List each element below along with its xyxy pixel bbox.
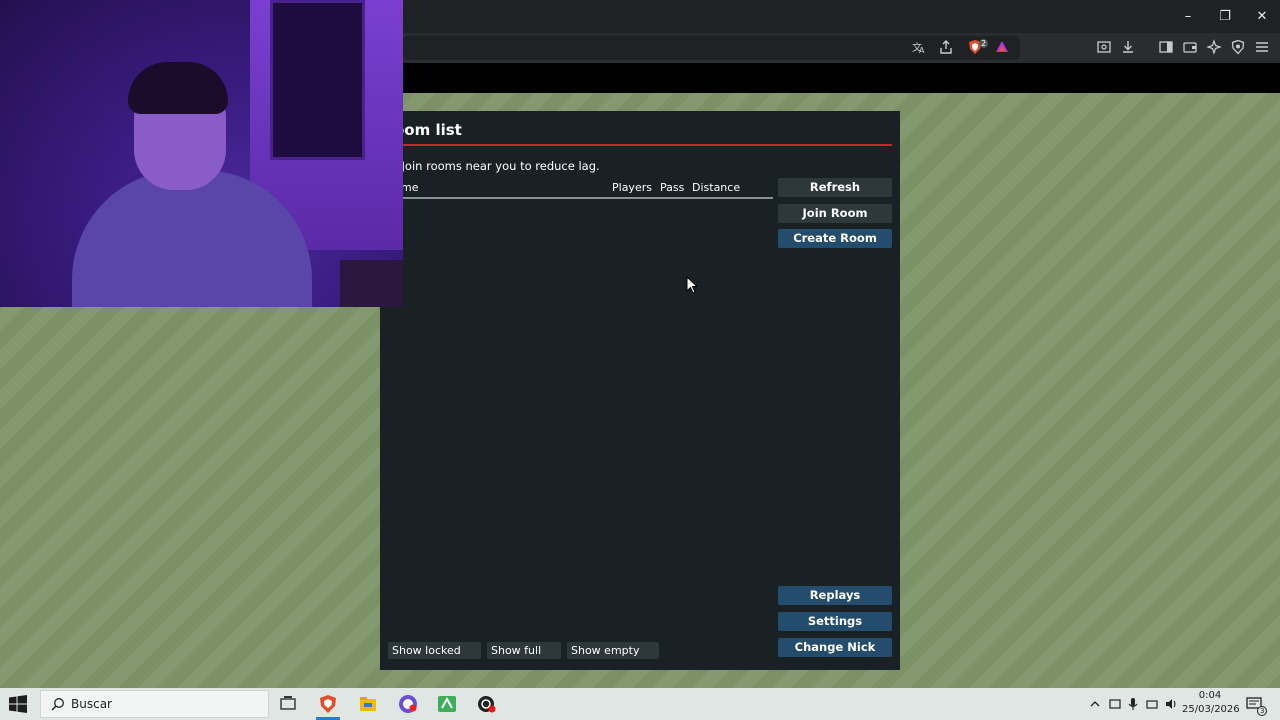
android-studio-icon[interactable]	[436, 693, 458, 715]
task-view-icon[interactable]	[277, 693, 299, 715]
join-room-button[interactable]: Join Room	[778, 204, 892, 223]
notification-count-badge: 3	[1257, 706, 1268, 716]
room-list-dialog: oom list : Join rooms near you to reduce…	[380, 111, 900, 670]
close-window-button[interactable]: ✕	[1247, 6, 1277, 28]
webcam-desk	[340, 260, 403, 307]
recording-app-icon[interactable]	[476, 693, 498, 715]
tray-device-icon[interactable]	[1108, 697, 1122, 711]
settings-button[interactable]: Settings	[778, 612, 892, 631]
file-explorer-icon[interactable]	[357, 693, 379, 715]
vpn-icon[interactable]	[1229, 39, 1247, 57]
show-locked-toggle[interactable]: Show locked	[388, 642, 481, 659]
svg-text:A: A	[919, 46, 925, 55]
column-header-name[interactable]: me	[401, 181, 418, 194]
translate-icon[interactable]: 文A	[910, 39, 928, 57]
brave-browser-icon[interactable]	[317, 693, 339, 715]
restore-button[interactable]: ❐	[1210, 6, 1240, 28]
tray-chevron-up-icon[interactable]	[1089, 698, 1101, 710]
windows-taskbar: Buscar 0:04 25/03/2026 3	[0, 688, 1280, 720]
download-icon[interactable]	[1119, 39, 1137, 57]
webcam-picture-frame	[270, 0, 365, 160]
share-icon[interactable]	[937, 39, 955, 57]
dialog-title: oom list	[394, 121, 462, 139]
shields-badge: 2	[979, 39, 989, 48]
rewards-icon[interactable]	[993, 39, 1011, 57]
create-room-button[interactable]: Create Room	[778, 229, 892, 248]
show-empty-toggle[interactable]: Show empty	[567, 642, 659, 659]
menu-icon[interactable]	[1253, 39, 1271, 57]
sidebar-icon[interactable]	[1157, 39, 1175, 57]
show-full-toggle[interactable]: Show full	[487, 642, 561, 659]
leo-ai-icon[interactable]	[1205, 39, 1223, 57]
minimize-button[interactable]: –	[1173, 6, 1203, 28]
webcam-overlay	[0, 0, 403, 307]
microphone-icon[interactable]	[1127, 697, 1139, 711]
webcam-person-hair	[128, 62, 228, 114]
windows-start-icon[interactable]	[8, 695, 28, 713]
column-header-pass[interactable]: Pass	[660, 181, 684, 194]
screenshot-icon[interactable]	[1095, 39, 1113, 57]
change-nick-button[interactable]: Change Nick	[778, 638, 892, 657]
column-header-distance[interactable]: Distance	[692, 181, 740, 194]
search-placeholder: Buscar	[71, 697, 112, 711]
network-icon[interactable]	[1145, 697, 1159, 711]
replays-button[interactable]: Replays	[778, 586, 892, 605]
search-icon	[51, 698, 64, 711]
room-list[interactable]	[394, 201, 773, 631]
wallet-icon[interactable]	[1181, 39, 1199, 57]
header-divider	[394, 197, 773, 199]
chat-app-icon[interactable]	[397, 693, 419, 715]
mouse-cursor-icon	[686, 276, 698, 294]
taskbar-search-box[interactable]: Buscar	[40, 690, 269, 718]
volume-icon[interactable]	[1164, 697, 1178, 711]
title-divider	[394, 144, 892, 146]
clock-time[interactable]: 0:04	[1190, 690, 1230, 701]
tip-text: : Join rooms near you to reduce lag.	[394, 159, 600, 173]
refresh-button[interactable]: Refresh	[778, 178, 892, 197]
clock-date[interactable]: 25/03/2026	[1182, 704, 1240, 715]
column-header-players[interactable]: Players	[612, 181, 652, 194]
